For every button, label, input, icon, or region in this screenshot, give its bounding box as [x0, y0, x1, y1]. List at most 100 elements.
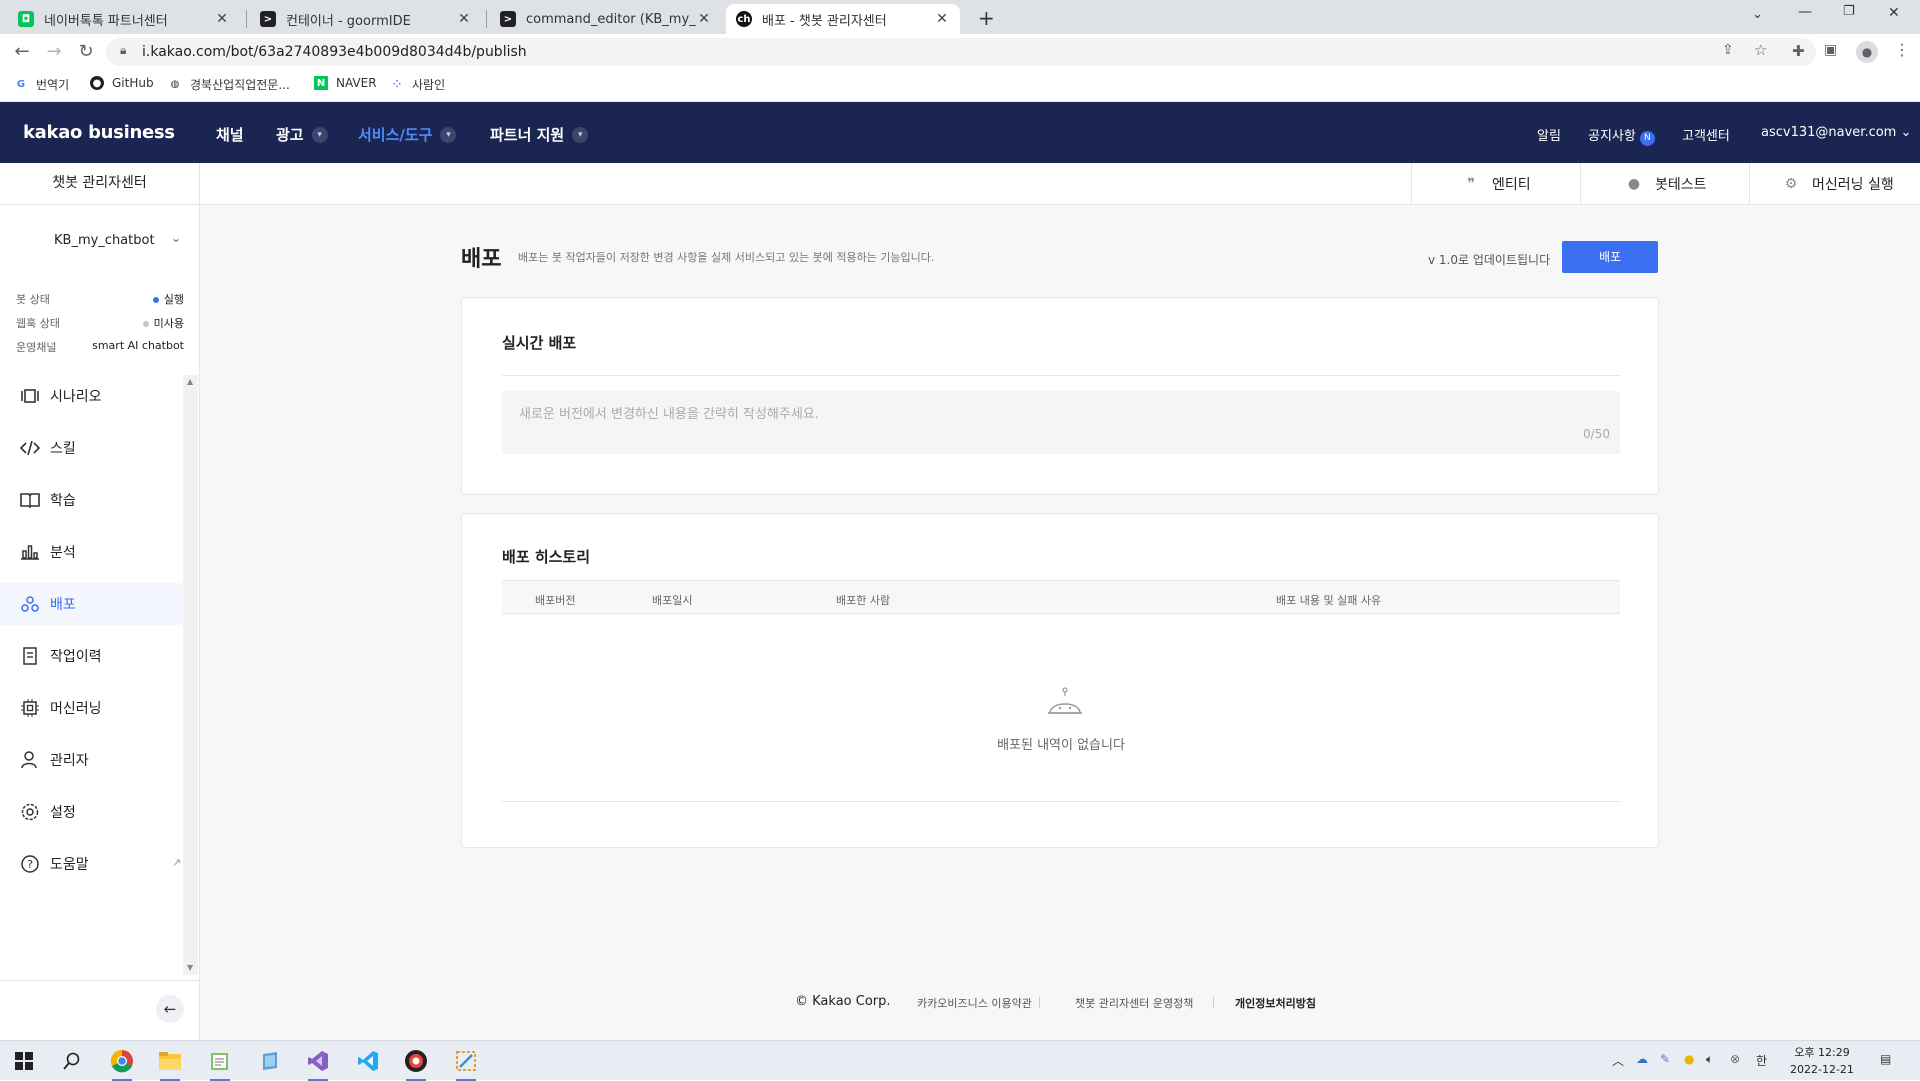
minimize-button[interactable]: — — [1798, 4, 1812, 20]
sidebar-item-deploy[interactable]: 배포 — [0, 583, 182, 625]
tab-naver-talktalk[interactable]: ◘ 네이버톡톡 파트너센터 ✕ — [8, 4, 240, 34]
user-icon — [21, 751, 37, 769]
notice-link[interactable]: 공지사항 N — [1588, 125, 1655, 146]
tray-chevron-up-icon[interactable]: ︿ — [1612, 1052, 1624, 1069]
admin-center-title[interactable]: 챗봇 관리자센터 — [0, 163, 200, 204]
gear-icon: ⚙ — [1784, 175, 1798, 192]
deploy-memo-input[interactable]: 새로운 버전에서 변경하신 내용을 간략히 작성해주세요. 0/50 — [502, 391, 1620, 454]
close-icon[interactable]: ✕ — [456, 11, 472, 27]
menu-ads[interactable]: 광고 ▾ — [276, 124, 328, 145]
browser-tab-bar: ◘ 네이버톡톡 파트너센터 ✕ > 컨테이너 - goormIDE ✕ > co… — [0, 0, 1920, 34]
sidebar-item-learning[interactable]: 학습 — [0, 479, 182, 521]
tab-goormide[interactable]: > 컨테이너 - goormIDE ✕ — [250, 4, 482, 34]
reload-button[interactable]: ↻ — [74, 40, 98, 64]
close-icon[interactable]: ✕ — [696, 11, 712, 27]
volume-muted-icon[interactable]: 🔈︎ — [1706, 1052, 1713, 1067]
tab-publish[interactable]: ch 배포 - 챗봇 관리자센터 ✕ — [726, 4, 960, 34]
bookmark-star-icon[interactable]: ☆ — [1754, 41, 1767, 59]
gear-icon — [21, 803, 39, 821]
quote-icon: ❞ — [1467, 175, 1475, 192]
bookmarks-bar: G 번역기 ● GitHub ◍ 경북산업직업전문... N NAVER ⁘ 사람인 — [0, 70, 1920, 102]
taskbar-vscode[interactable] — [354, 1047, 382, 1075]
forward-button[interactable]: → — [42, 40, 66, 64]
start-button[interactable] — [10, 1047, 38, 1075]
onedrive-icon[interactable]: ☁ — [1636, 1052, 1648, 1066]
alerts-link[interactable]: 알림 — [1537, 125, 1561, 144]
taskbar-browser-2[interactable] — [402, 1047, 430, 1081]
sidebar-item-admin[interactable]: 관리자 — [0, 739, 182, 781]
deploy-icon — [21, 596, 39, 612]
new-tab-button[interactable]: + — [978, 6, 995, 30]
taskbar-notepad[interactable] — [206, 1047, 234, 1081]
taskbar-tablet-app[interactable] — [256, 1047, 284, 1075]
footer-privacy-link[interactable]: 개인정보처리방침 — [1235, 995, 1316, 1011]
scroll-up-icon[interactable]: ▲ — [187, 377, 193, 386]
profile-avatar[interactable]: ● — [1856, 41, 1878, 63]
sidebar-item-machine-learning[interactable]: 머신러닝 — [0, 687, 182, 729]
ime-indicator[interactable]: 한 — [1756, 1052, 1767, 1069]
account-menu[interactable]: ascv131@naver.com ⌄ — [1761, 125, 1911, 140]
ml-run-button[interactable]: ⚙ 머신러닝 실행 — [1749, 163, 1920, 204]
notification-icon[interactable]: ▤ — [1880, 1052, 1891, 1066]
chrome-menu-icon[interactable]: ⋮ — [1894, 40, 1910, 59]
kakao-business-logo[interactable]: kakao business — [23, 122, 175, 143]
restore-button[interactable]: ❐ — [1843, 4, 1855, 19]
github-icon: ● — [90, 76, 104, 90]
extensions-icon[interactable]: ✚ — [1792, 42, 1805, 60]
tool-icon — [456, 1051, 476, 1071]
sidebar-item-skill[interactable]: 스킬 — [0, 427, 182, 469]
saramin-icon: ⁘ — [392, 79, 402, 90]
tab-command-editor[interactable]: > command_editor (KB_my_chatbo ✕ — [490, 4, 722, 34]
footer: © Kakao Corp. 카카오비즈니스 이용약관 챗봇 관리자센터 운영정책… — [200, 994, 1920, 1025]
folder-icon — [159, 1052, 181, 1070]
lock-icon[interactable]: 🔒︎ — [120, 43, 126, 58]
column-version: 배포버전 — [535, 594, 576, 607]
menu-channel[interactable]: 채널 — [216, 124, 244, 145]
taskbar-chrome[interactable] — [108, 1047, 136, 1081]
bookmark-saramin[interactable]: ⁘ 사람인 — [390, 76, 445, 93]
search-button[interactable] — [58, 1047, 86, 1075]
taskbar-tool-app[interactable] — [452, 1047, 480, 1081]
bot-test-button[interactable]: ● 봇테스트 — [1580, 163, 1750, 204]
sidebar-item-settings[interactable]: 설정 — [0, 791, 182, 833]
footer-policy-link[interactable]: 챗봇 관리자센터 운영정책 — [1075, 995, 1193, 1011]
char-counter: 0/50 — [1583, 427, 1610, 441]
history-icon — [23, 647, 37, 665]
taskbar-visual-studio[interactable] — [304, 1047, 332, 1081]
network-icon[interactable]: ⊗ — [1730, 1052, 1740, 1066]
close-icon[interactable]: ✕ — [214, 11, 230, 27]
main-content: 배포 배포는 봇 작업자들이 저장한 변경 사항을 실제 서비스되고 있는 봇에… — [200, 205, 1920, 1040]
bookmark-github[interactable]: ● GitHub — [90, 76, 154, 90]
collapse-sidebar-button[interactable]: ← — [156, 995, 184, 1023]
scroll-down-icon[interactable]: ▼ — [187, 963, 193, 972]
sidebar-item-help[interactable]: ? 도움말 ↗ — [0, 843, 182, 885]
back-button[interactable]: ← — [10, 40, 34, 64]
sidebar-item-history[interactable]: 작업이력 — [0, 635, 182, 677]
visual-studio-icon — [308, 1051, 328, 1071]
taskbar-clock[interactable]: 오후 12:29 2022-12-21 — [1790, 1044, 1854, 1078]
side-panel-icon[interactable]: ▣ — [1824, 42, 1837, 58]
close-icon[interactable]: ✕ — [934, 11, 950, 27]
entity-button[interactable]: ❞ 엔티티 — [1411, 163, 1581, 204]
sidebar-scrollbar[interactable]: ▲ ▼ — [183, 375, 198, 975]
deploy-button[interactable]: 배포 — [1562, 241, 1658, 273]
pen-icon[interactable]: ✎ — [1660, 1052, 1670, 1066]
bookmark-translator[interactable]: G 번역기 — [14, 76, 69, 93]
bookmark-gyeongbuk[interactable]: ◍ 경북산업직업전문... — [168, 76, 290, 93]
support-link[interactable]: 고객센터 — [1682, 125, 1730, 144]
sidebar-item-scenario[interactable]: 시나리오 — [0, 375, 182, 417]
column-content: 배포 내용 및 실패 사유 — [1276, 594, 1382, 607]
bot-selector[interactable]: KB_my_chatbot ⌄ — [0, 205, 200, 275]
chat-icon[interactable]: ● — [1684, 1052, 1694, 1066]
share-icon[interactable]: ⇪ — [1722, 42, 1734, 58]
url-field[interactable]: 🔒︎ i.kakao.com/bot/63a2740893e4b009d8034… — [106, 38, 1816, 66]
tab-search-icon[interactable]: ⌄ — [1752, 7, 1763, 22]
window-close-button[interactable]: ✕ — [1888, 5, 1900, 21]
bookmark-naver[interactable]: N NAVER — [314, 76, 377, 90]
chatbot-favicon-icon: ch — [736, 11, 752, 27]
footer-terms-link[interactable]: 카카오비즈니스 이용약관 — [917, 995, 1032, 1011]
taskbar-file-explorer[interactable] — [156, 1047, 184, 1081]
menu-partner-support[interactable]: 파트너 지원 ▾ — [490, 124, 589, 145]
menu-service-tools[interactable]: 서비스/도구 ▾ — [358, 124, 457, 145]
sidebar-item-analysis[interactable]: 분석 — [0, 531, 182, 573]
